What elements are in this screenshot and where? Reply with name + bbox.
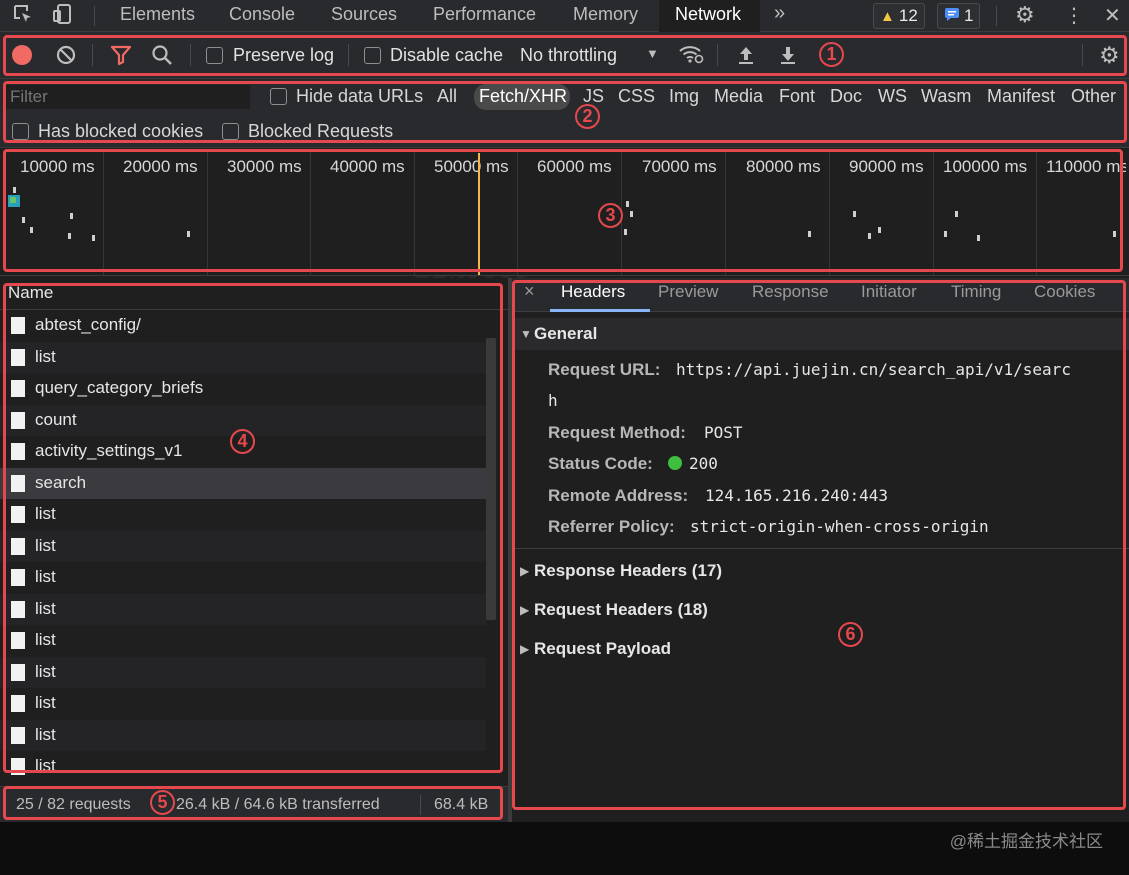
devtools-tab-bar: Elements Console Sources Performance Mem… <box>0 0 1129 32</box>
annotation-label-2: 2 <box>575 104 600 129</box>
annotation-box-request-list <box>3 283 503 773</box>
annotation-box-timeline <box>3 149 1123 272</box>
tab-network[interactable]: Network <box>675 4 741 25</box>
tab-sources[interactable]: Sources <box>331 4 397 25</box>
site-watermark: @稀土掘金技术社区 <box>949 832 1103 851</box>
warnings-badge[interactable]: ▲ 12 <box>873 3 925 29</box>
annotation-box-status <box>3 786 503 820</box>
warning-icon: ▲ <box>880 7 895 25</box>
annotation-box-details <box>512 280 1126 810</box>
messages-count: 1 <box>964 6 974 25</box>
inspect-element-icon[interactable] <box>12 3 34 31</box>
device-toolbar-icon[interactable] <box>52 3 74 31</box>
page-bottom-strip: @稀土掘金技术社区 <box>0 822 1129 875</box>
tab-performance[interactable]: Performance <box>433 4 536 25</box>
divider <box>94 6 95 26</box>
settings-gear-icon[interactable]: ⚙ <box>1015 2 1035 28</box>
message-icon <box>944 6 960 26</box>
divider <box>996 6 997 26</box>
warnings-count: 12 <box>898 6 918 25</box>
annotation-label-6: 6 <box>838 622 863 647</box>
messages-badge[interactable]: 1 <box>937 3 981 29</box>
more-tabs-button[interactable]: » <box>774 2 785 25</box>
annotation-label-3: 3 <box>598 203 623 228</box>
annotation-box-toolbar <box>3 35 1127 76</box>
annotation-box-filter <box>3 81 1127 143</box>
annotation-label-1: 1 <box>819 42 844 67</box>
close-devtools-icon[interactable]: ✕ <box>1104 3 1121 28</box>
more-options-icon[interactable]: ⋮ <box>1064 3 1084 28</box>
annotation-label-4: 4 <box>230 429 255 454</box>
tab-elements[interactable]: Elements <box>120 4 195 25</box>
tab-memory[interactable]: Memory <box>573 4 638 25</box>
tab-console[interactable]: Console <box>229 4 295 25</box>
annotation-label-5: 5 <box>150 790 175 815</box>
